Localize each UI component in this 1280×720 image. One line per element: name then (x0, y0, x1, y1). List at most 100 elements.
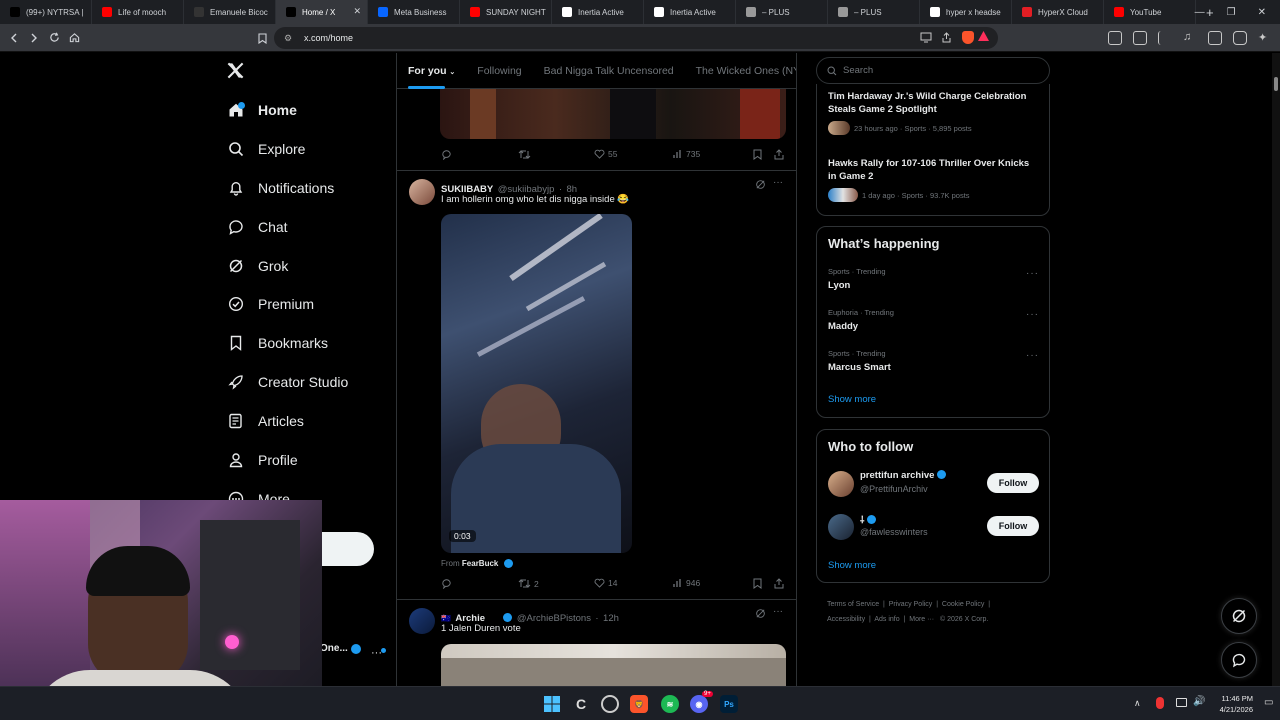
retweet-icon[interactable] (518, 149, 531, 160)
browser-tab[interactable]: SUNDAY NIGHT (460, 0, 552, 24)
browser-tab[interactable]: HyperX Cloud (1012, 0, 1104, 24)
discord-icon[interactable]: ◉ (690, 695, 708, 713)
nav-item-explore[interactable]: Explore (228, 138, 305, 160)
grok-post-icon[interactable] (755, 179, 766, 190)
windows-start-icon[interactable] (543, 695, 561, 713)
x-logo-icon[interactable] (226, 61, 245, 80)
tray-chevron-icon[interactable]: ∧ (1134, 698, 1141, 709)
scrollbar-thumb[interactable] (1274, 77, 1278, 91)
back-icon[interactable] (4, 28, 24, 48)
news-item[interactable]: Tim Hardaway Jr.'s Wild Charge Celebrati… (828, 90, 1040, 135)
reload-icon[interactable] (44, 28, 64, 48)
media-icon[interactable]: ♫ (1183, 31, 1197, 45)
footer-link[interactable]: Cookie Policy (942, 601, 984, 608)
follow-suggestion[interactable]: ⸸ @fawlesswinters Follow (817, 511, 1049, 545)
share-post-icon[interactable] (774, 578, 784, 589)
browser-tab[interactable]: Emanuele Bicoc (184, 0, 276, 24)
footer-link[interactable]: Terms of Service (827, 601, 879, 608)
bookmark-page-icon[interactable] (252, 28, 272, 48)
chrome-icon[interactable] (601, 695, 619, 713)
leo-ai-icon[interactable]: ✦ (1258, 31, 1272, 45)
browser-tab[interactable]: (99+) NYTRSA | (0, 0, 92, 24)
close-window-button[interactable]: ✕ (1258, 7, 1266, 18)
bookmark-icon[interactable] (753, 578, 762, 589)
nav-item-premium[interactable]: Premium (228, 293, 314, 315)
browser-tab[interactable]: – PLUS (736, 0, 828, 24)
home-browser-icon[interactable] (64, 28, 84, 48)
show-more-link[interactable]: Show more (828, 560, 876, 571)
share-post-icon[interactable] (774, 149, 784, 160)
grok-post-icon[interactable] (755, 608, 766, 619)
from-account[interactable]: FearBuck (462, 559, 498, 568)
footer-link[interactable]: Ads info (874, 616, 899, 623)
microphone-icon[interactable] (1156, 697, 1164, 709)
follow-button[interactable]: Follow (987, 516, 1039, 536)
grok-floating-button[interactable] (1221, 598, 1257, 634)
cast-icon[interactable] (920, 32, 932, 43)
brave-rewards-icon[interactable] (977, 30, 990, 43)
views-button[interactable]: 735 (673, 149, 700, 159)
trend-more-icon[interactable]: ··· (1026, 309, 1039, 320)
post0-media[interactable] (440, 89, 786, 139)
copilot-icon[interactable]: C (572, 695, 590, 713)
nav-item-bookmarks[interactable]: Bookmarks (228, 332, 328, 354)
news-item[interactable]: Hawks Rally for 107-106 Thriller Over Kn… (828, 157, 1040, 202)
browser-tab[interactable]: YouTube (1104, 0, 1196, 24)
forward-icon[interactable] (24, 28, 44, 48)
spotify-icon[interactable]: ≋ (661, 695, 679, 713)
follow-button[interactable]: Follow (987, 473, 1039, 493)
nav-item-grok[interactable]: Grok (228, 255, 288, 277)
site-info-icon[interactable]: ⚙ (284, 33, 292, 44)
nav-item-notifications[interactable]: Notifications (228, 177, 334, 199)
browser-tab[interactable]: Inertia Active (552, 0, 644, 24)
footer-link[interactable]: More ··· (909, 616, 934, 623)
trend-more-icon[interactable]: ··· (1026, 350, 1039, 361)
tab-search-icon[interactable] (1133, 31, 1147, 45)
brave-shield-icon[interactable] (962, 31, 974, 44)
post-time[interactable]: 12h (603, 613, 619, 624)
avatar[interactable] (409, 179, 435, 205)
nav-item-creator-studio[interactable]: Creator Studio (228, 371, 348, 393)
tab-list-1[interactable]: Bad Nigga Talk Uncensored (533, 65, 685, 77)
page-scrollbar[interactable] (1272, 53, 1280, 686)
network-icon[interactable] (1176, 698, 1187, 707)
trend-item[interactable]: Sports · Trending Lyon ··· (817, 266, 1049, 302)
notifications-tray-icon[interactable]: ▭ (1264, 697, 1273, 708)
minimize-button[interactable]: — (1195, 7, 1205, 18)
maximize-button[interactable]: ❐ (1227, 7, 1236, 18)
clock[interactable]: 11:46 PM 4/21/2026 (1211, 693, 1253, 715)
retweet-button[interactable]: 2 (518, 578, 539, 589)
views-button[interactable]: 946 (673, 578, 700, 588)
footer-link[interactable]: Privacy Policy (889, 601, 933, 608)
browser-tab[interactable]: – PLUS (828, 0, 920, 24)
nav-item-profile[interactable]: Profile (228, 449, 298, 471)
browser-tab[interactable]: Home / X ✕ (276, 0, 368, 24)
reply-icon[interactable] (441, 578, 452, 589)
trend-more-icon[interactable]: ··· (1026, 268, 1039, 279)
chat-floating-button[interactable] (1221, 642, 1257, 678)
close-tab-icon[interactable]: ✕ (353, 6, 361, 17)
brave-icon[interactable]: 🦁 (630, 695, 648, 713)
trend-item[interactable]: Sports · Trending Marcus Smart ··· (817, 348, 1049, 384)
browser-tab[interactable]: Meta Business (368, 0, 460, 24)
tab-for-you[interactable]: For you ⌄ (397, 65, 466, 89)
post2-media[interactable] (441, 644, 786, 686)
sidebar-icon[interactable] (1208, 31, 1222, 45)
post1-video[interactable]: 0:03 (441, 214, 632, 553)
browser-tab[interactable]: Life of mooch (92, 0, 184, 24)
browser-tab[interactable]: Inertia Active (644, 0, 736, 24)
nav-item-chat[interactable]: Chat (228, 216, 288, 238)
bookmark-icon[interactable] (753, 149, 762, 160)
author-handle[interactable]: @ArchieBPistons (517, 613, 591, 624)
like-button[interactable]: 14 (594, 578, 617, 588)
volume-icon[interactable]: 🔊 (1193, 696, 1205, 707)
tab-following[interactable]: Following (466, 65, 532, 77)
like-button[interactable]: 55 (594, 149, 617, 159)
account-name[interactable]: One... (320, 643, 348, 654)
reply-icon[interactable] (441, 149, 452, 160)
address-bar[interactable]: ⚙ x.com/home (274, 27, 998, 49)
extensions-icon[interactable] (1108, 31, 1122, 45)
footer-link[interactable]: Accessibility (827, 616, 865, 623)
search-box[interactable]: Search (816, 57, 1050, 84)
photoshop-icon[interactable]: Ps (720, 695, 738, 713)
